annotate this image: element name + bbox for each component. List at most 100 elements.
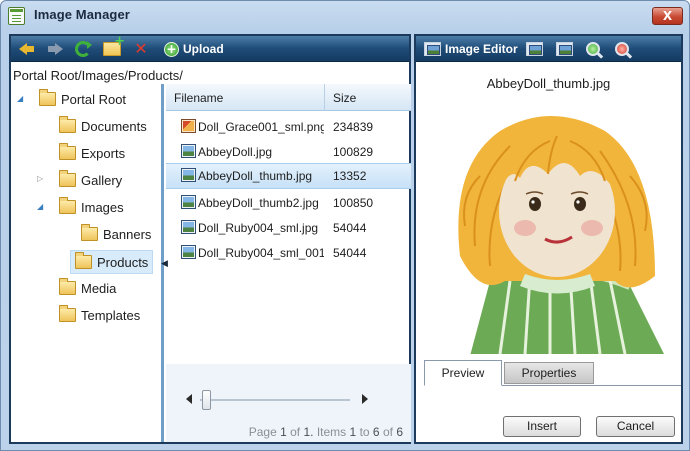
tab-properties[interactable]: Properties <box>504 362 594 384</box>
expand-root-icon[interactable]: ◢ <box>17 94 23 103</box>
table-row[interactable]: Doll_Grace001_sml.png 234839 <box>166 115 411 139</box>
tree-label: Images <box>81 199 124 215</box>
tree-label: Portal Root <box>61 91 127 107</box>
expand-gallery-icon[interactable]: ▷ <box>37 174 43 183</box>
file-name: AbbeyDoll.jpg <box>198 145 273 159</box>
png-file-icon <box>181 119 196 133</box>
breadcrumb: Portal Root/Images/Products/ <box>13 68 183 83</box>
file-browser-panel: ✕ + Upload Portal Root/Images/Products/ … <box>9 34 411 444</box>
folder-icon <box>59 170 76 187</box>
tree-label: Exports <box>81 145 126 161</box>
back-button[interactable] <box>19 40 35 58</box>
horizontal-scrollbar[interactable] <box>186 390 368 410</box>
pager-to: 6 <box>372 425 380 439</box>
doll-image <box>458 116 664 354</box>
table-row[interactable]: Doll_Ruby004_sml_001.jpg 54044 <box>166 241 411 265</box>
tree-label: Documents <box>81 118 147 134</box>
image-file-icon <box>181 168 196 182</box>
file-name: AbbeyDoll_thumb.jpg <box>198 169 313 183</box>
scroll-thumb[interactable] <box>202 390 211 410</box>
zoom-out-button[interactable] <box>615 40 629 58</box>
insert-button[interactable]: Insert <box>503 416 581 437</box>
pager-of-word: of <box>290 425 301 439</box>
forward-button[interactable] <box>47 40 63 58</box>
refresh-button[interactable] <box>75 40 92 58</box>
file-name: Doll_Grace001_sml.png <box>198 120 324 134</box>
image-file-icon <box>181 220 196 234</box>
editor-toolbar: Image Editor <box>416 36 681 62</box>
scroll-track[interactable] <box>200 399 350 401</box>
image-editor-label: Image Editor <box>445 42 518 56</box>
image-editor-button[interactable]: Image Editor <box>424 40 518 58</box>
editor-tabs: Preview Properties <box>424 360 681 386</box>
file-size: 13352 <box>333 169 367 183</box>
image-editor-icon <box>424 42 441 56</box>
arrow-left-icon <box>19 43 35 55</box>
grid-header: Filename Size <box>166 84 411 111</box>
pager-page: 1 <box>280 425 287 439</box>
tree-label: Banners <box>103 226 152 242</box>
table-row[interactable]: AbbeyDoll_thumb2.jpg 100850 <box>166 191 411 215</box>
pager-to-word: to <box>359 425 370 439</box>
file-name: Doll_Ruby004_sml_001.jpg <box>198 246 324 260</box>
tree-item-images[interactable]: Images <box>59 197 124 217</box>
file-name: AbbeyDoll_thumb2.jpg <box>198 196 319 210</box>
tree-item-products[interactable]: Products <box>70 250 154 274</box>
scroll-left-icon[interactable] <box>186 394 192 404</box>
pager-total-of: of <box>382 425 393 439</box>
crop-image-icon <box>556 42 573 56</box>
folder-tree: ◢ Portal Root Documents Exports ▷ Galler… <box>11 84 161 442</box>
tree-item-gallery[interactable]: Gallery <box>59 170 122 190</box>
column-filename[interactable]: Filename <box>174 91 223 105</box>
crop-button[interactable] <box>556 40 573 58</box>
file-size: 54044 <box>333 246 367 260</box>
scroll-right-icon[interactable] <box>362 394 368 404</box>
refresh-icon <box>75 41 92 57</box>
pager-total: 6 <box>396 425 403 439</box>
preview-filename: AbbeyDoll_thumb.jpg <box>486 76 611 91</box>
folder-icon <box>59 305 76 322</box>
expand-images-icon[interactable]: ◢ <box>37 202 43 211</box>
column-separator[interactable] <box>324 84 325 111</box>
delete-icon: ✕ <box>134 39 148 58</box>
arrow-right-icon <box>47 43 63 55</box>
image-file-icon <box>181 195 196 209</box>
table-row-selected[interactable]: AbbeyDoll_thumb.jpg 13352 <box>166 163 411 189</box>
pager-pages: 1. <box>303 425 314 439</box>
folder-icon <box>59 197 76 214</box>
tree-item-media[interactable]: Media <box>59 278 116 298</box>
upload-label: Upload <box>183 42 224 56</box>
tree-label: Products <box>97 254 149 270</box>
image-preview <box>430 106 681 354</box>
table-row[interactable]: Doll_Ruby004_sml.jpg 54044 <box>166 216 411 240</box>
file-size: 100850 <box>333 196 374 210</box>
upload-button[interactable]: + Upload <box>164 40 224 58</box>
zoom-in-button[interactable] <box>586 40 600 58</box>
resize-button[interactable] <box>526 40 543 58</box>
folder-icon <box>59 116 76 133</box>
tree-item-banners[interactable]: Banners <box>81 224 151 244</box>
zoom-in-icon <box>586 42 600 56</box>
tab-preview[interactable]: Preview <box>424 360 502 386</box>
folder-icon <box>59 278 76 295</box>
title-bar[interactable]: Image Manager X <box>1 1 689 31</box>
new-folder-button[interactable] <box>103 34 125 58</box>
window-title: Image Manager <box>34 7 130 22</box>
zoom-out-icon <box>615 42 629 56</box>
folder-icon <box>39 89 56 106</box>
file-size: 54044 <box>333 221 367 235</box>
tree-item-portal-root[interactable]: Portal Root <box>39 89 126 109</box>
close-button[interactable]: X <box>652 7 683 25</box>
delete-button[interactable]: ✕ <box>133 40 149 58</box>
table-row[interactable]: AbbeyDoll.jpg 100829 <box>166 140 411 164</box>
file-size: 100829 <box>333 145 374 159</box>
folder-icon <box>81 224 98 241</box>
pager-page-word: Page <box>248 425 277 439</box>
resize-image-icon <box>526 42 543 56</box>
cancel-button[interactable]: Cancel <box>596 416 675 437</box>
column-size[interactable]: Size <box>333 91 356 105</box>
tree-item-documents[interactable]: Documents <box>59 116 147 136</box>
tree-item-templates[interactable]: Templates <box>59 305 140 325</box>
tree-item-exports[interactable]: Exports <box>59 143 125 163</box>
new-folder-icon <box>103 34 125 56</box>
